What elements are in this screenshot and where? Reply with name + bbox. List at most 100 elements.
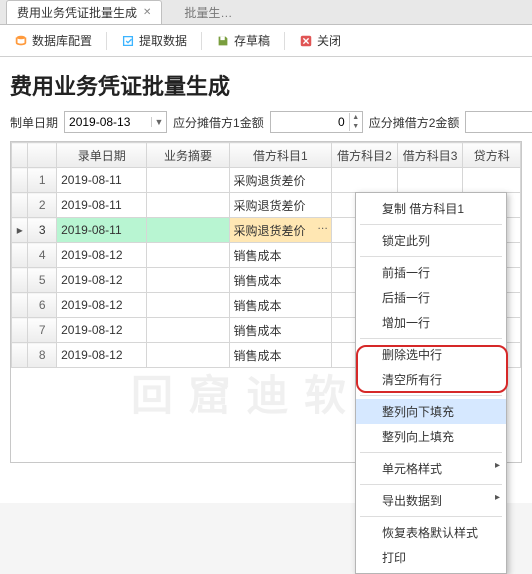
row-number: 3 xyxy=(28,218,57,243)
corner-cell xyxy=(12,143,28,168)
date-dropdown-icon[interactable]: ▼ xyxy=(151,117,166,127)
background-tab[interactable]: 批量生… xyxy=(174,1,242,24)
date-input[interactable]: ▼ xyxy=(64,111,167,133)
amt2-input[interactable]: ▲▼ xyxy=(465,111,532,133)
cell-date[interactable]: 2019-08-12 xyxy=(57,268,147,293)
cm-sep xyxy=(360,516,502,517)
cell-debit1[interactable]: 销售成本 xyxy=(229,243,332,268)
watermark: 回 窟 迪 软 xyxy=(131,362,348,423)
cell-debit1[interactable]: 采购退货差价 xyxy=(229,193,332,218)
cm-sep xyxy=(360,395,502,396)
tab-bar: 费用业务凭证批量生成 ✕ 批量生… xyxy=(0,0,532,25)
cm-copy[interactable]: 复制 借方科目1 xyxy=(356,196,506,221)
page-title: 费用业务凭证批量生成 xyxy=(10,69,522,101)
cell-credit[interactable] xyxy=(463,168,521,193)
cm-sep xyxy=(360,224,502,225)
row-indicator xyxy=(12,343,28,368)
cm-sep xyxy=(360,484,502,485)
row-number: 5 xyxy=(28,268,57,293)
cell-debit1[interactable]: 销售成本 xyxy=(229,293,332,318)
cm-sep xyxy=(360,452,502,453)
col-credit[interactable]: 贷方科 xyxy=(463,143,521,168)
cell-debit1[interactable]: 销售成本 xyxy=(229,318,332,343)
toolbar-separator xyxy=(284,32,285,50)
cell-debit1[interactable]: 采购退货差价… xyxy=(229,218,332,243)
db-config-label: 数据库配置 xyxy=(32,32,92,49)
row-indicator xyxy=(12,293,28,318)
row-indicator xyxy=(12,318,28,343)
cell-summary[interactable] xyxy=(147,168,229,193)
amt1-input[interactable]: ▲▼ xyxy=(270,111,363,133)
cm-reset-style[interactable]: 恢复表格默认样式 xyxy=(356,520,506,545)
draft-label: 存草稿 xyxy=(234,32,270,49)
cm-sep xyxy=(360,256,502,257)
date-label: 制单日期 xyxy=(10,114,58,131)
cm-clear-all[interactable]: 清空所有行 xyxy=(356,367,506,392)
col-debit3[interactable]: 借方科目3 xyxy=(397,143,463,168)
toolbar-separator xyxy=(201,32,202,50)
cm-cell-style[interactable]: 单元格样式 xyxy=(356,456,506,481)
extract-button[interactable]: 提取数据 xyxy=(115,29,193,52)
toolbar: 数据库配置 提取数据 存草稿 关闭 xyxy=(0,25,532,57)
cm-add-row[interactable]: 增加一行 xyxy=(356,310,506,335)
save-icon xyxy=(216,34,230,48)
row-number: 1 xyxy=(28,168,57,193)
table-row[interactable]: 12019-08-11 采购退货差价 xyxy=(12,168,521,193)
cell-debit2[interactable] xyxy=(332,168,398,193)
cm-fill-down[interactable]: 整列向下填充 xyxy=(356,399,506,424)
cell-date[interactable]: 2019-08-12 xyxy=(57,343,147,368)
amt2-field[interactable] xyxy=(466,115,532,129)
cell-summary[interactable] xyxy=(147,293,229,318)
close-tab-icon[interactable]: ✕ xyxy=(143,7,151,18)
cell-date[interactable]: 2019-08-11 xyxy=(57,168,147,193)
cell-summary[interactable] xyxy=(147,218,229,243)
col-summary[interactable]: 业务摘要 xyxy=(147,143,229,168)
cm-lock[interactable]: 锁定此列 xyxy=(356,228,506,253)
rownum-header xyxy=(28,143,57,168)
row-indicator: ▸ xyxy=(12,218,28,243)
cm-insert-after[interactable]: 后插一行 xyxy=(356,285,506,310)
filter-row: 制单日期 ▼ 应分摊借方1金额 ▲▼ 应分摊借方2金额 ▲▼ 应分摊 xyxy=(10,111,522,133)
close-button[interactable]: 关闭 xyxy=(293,29,347,52)
date-field[interactable] xyxy=(65,115,151,129)
row-number: 2 xyxy=(28,193,57,218)
cell-summary[interactable] xyxy=(147,318,229,343)
row-indicator xyxy=(12,193,28,218)
row-number: 8 xyxy=(28,343,57,368)
cell-debit1[interactable]: 销售成本 xyxy=(229,343,332,368)
amt1-field[interactable] xyxy=(271,115,349,129)
cell-summary[interactable] xyxy=(147,243,229,268)
context-menu[interactable]: 复制 借方科目1 锁定此列 前插一行 后插一行 增加一行 删除选中行 清空所有行… xyxy=(355,192,507,574)
row-indicator xyxy=(12,168,28,193)
row-indicator xyxy=(12,243,28,268)
cm-print[interactable]: 打印 xyxy=(356,545,506,570)
cell-date[interactable]: 2019-08-12 xyxy=(57,318,147,343)
cm-export[interactable]: 导出数据到 xyxy=(356,488,506,513)
cell-debit1[interactable]: 采购退货差价 xyxy=(229,168,332,193)
cell-date[interactable]: 2019-08-11 xyxy=(57,218,147,243)
amt1-spinner[interactable]: ▲▼ xyxy=(349,113,362,131)
cell-ellipsis-icon[interactable]: … xyxy=(317,220,329,232)
database-icon xyxy=(14,34,28,48)
cm-fill-up[interactable]: 整列向上填充 xyxy=(356,424,506,449)
tab-title: 费用业务凭证批量生成 xyxy=(17,4,137,21)
db-config-button[interactable]: 数据库配置 xyxy=(8,29,98,52)
cm-insert-before[interactable]: 前插一行 xyxy=(356,260,506,285)
cell-date[interactable]: 2019-08-11 xyxy=(57,193,147,218)
cell-summary[interactable] xyxy=(147,343,229,368)
draft-button[interactable]: 存草稿 xyxy=(210,29,276,52)
col-date[interactable]: 录单日期 xyxy=(57,143,147,168)
col-debit1[interactable]: 借方科目1 xyxy=(229,143,332,168)
cm-delete-selected[interactable]: 删除选中行 xyxy=(356,342,506,367)
col-debit2[interactable]: 借方科目2 xyxy=(332,143,398,168)
amt1-label: 应分摊借方1金额 xyxy=(173,114,264,131)
cell-debit1[interactable]: 销售成本 xyxy=(229,268,332,293)
extract-label: 提取数据 xyxy=(139,32,187,49)
cell-date[interactable]: 2019-08-12 xyxy=(57,243,147,268)
cell-summary[interactable] xyxy=(147,193,229,218)
active-tab[interactable]: 费用业务凭证批量生成 ✕ xyxy=(6,0,162,24)
cell-summary[interactable] xyxy=(147,268,229,293)
cell-debit3[interactable] xyxy=(397,168,463,193)
header-row: 录单日期 业务摘要 借方科目1 借方科目2 借方科目3 贷方科 xyxy=(12,143,521,168)
cell-date[interactable]: 2019-08-12 xyxy=(57,293,147,318)
